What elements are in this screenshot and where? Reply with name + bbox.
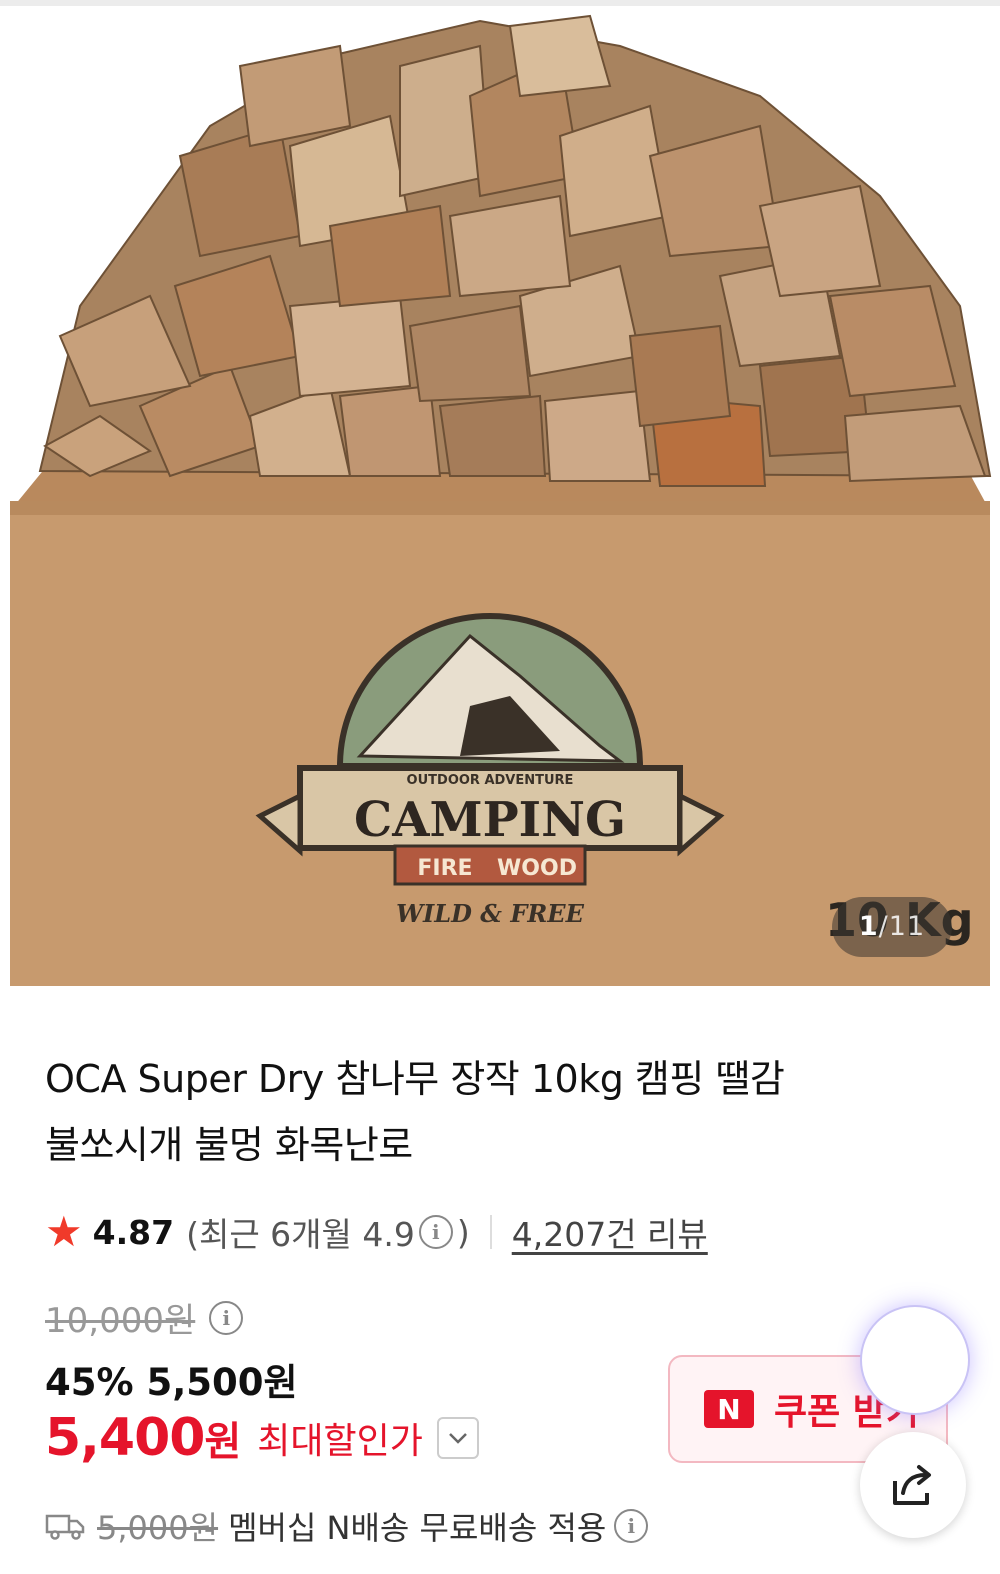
share-icon [893, 1465, 931, 1505]
divider [489, 1215, 492, 1249]
shipping-fee: 5,000원 [97, 1509, 219, 1547]
floating-assistant-button[interactable] [860, 1305, 970, 1415]
shipping-text: 멤버십 N배송 무료배송 적용 [228, 1509, 607, 1547]
max-discount-label: 최대할인가 [257, 1421, 423, 1462]
image-counter: 1/11 [832, 897, 952, 957]
logo-main-text: CAMPING [354, 792, 626, 848]
rating-row: ★ 4.87 (최근 6개월 4.9 i ) 4,207건 리뷰 [45, 1207, 708, 1257]
product-title: OCA Super Dry 참나무 장작 10kg 캠핑 땔감 불쏘시개 불멍 … [45, 1046, 885, 1178]
truck-icon [45, 1514, 85, 1540]
recent-rating-close: ) [456, 1212, 470, 1252]
original-price: 10,000원 [45, 1301, 196, 1341]
shipping-row: 5,000원 멤버십 N배송 무료배송 적용 i [45, 1503, 652, 1549]
info-icon[interactable]: i [418, 1215, 453, 1249]
original-price-row: 10,000원 i [45, 1293, 247, 1342]
logo-tagline: WILD & FREE [396, 899, 585, 928]
review-count-link[interactable]: 4,207건 리뷰 [512, 1208, 708, 1256]
image-counter-current: 1 [858, 911, 879, 942]
star-icon: ★ [45, 1207, 83, 1256]
recent-rating: (최근 6개월 4.9 i ) [186, 1208, 470, 1256]
discount-price: 45% 5,500원 [45, 1361, 298, 1404]
share-button[interactable] [860, 1432, 966, 1538]
n-badge: N [704, 1390, 754, 1428]
logo-wood-text: WOOD [497, 856, 577, 881]
rating-score: 4.87 [92, 1212, 175, 1252]
logo-fire-text: FIRE [417, 856, 472, 881]
image-counter-total: /11 [878, 911, 926, 942]
product-image-gallery[interactable]: OUTDOOR ADVENTURE CAMPING FIRE WOOD WILD… [0, 6, 1000, 996]
product-title-line1: OCA Super Dry 참나무 장작 10kg 캠핑 땔감 [45, 1057, 785, 1101]
price-info-icon[interactable]: i [209, 1300, 244, 1335]
recent-rating-text: (최근 6개월 4.9 [186, 1215, 415, 1254]
final-price-row[interactable]: 5,400 원 최대할인가 [45, 1408, 479, 1468]
logo-top-text: OUTDOOR ADVENTURE [407, 773, 574, 788]
shipping-info-icon[interactable]: i [614, 1509, 649, 1543]
final-price-unit: 원 [204, 1419, 242, 1465]
final-price-amount: 5,400 [45, 1408, 205, 1468]
product-image: OUTDOOR ADVENTURE CAMPING FIRE WOOD WILD… [10, 14, 992, 986]
product-title-line2: 불쏘시개 불멍 화목난로 [45, 1123, 413, 1167]
chevron-down-icon[interactable] [436, 1417, 479, 1459]
